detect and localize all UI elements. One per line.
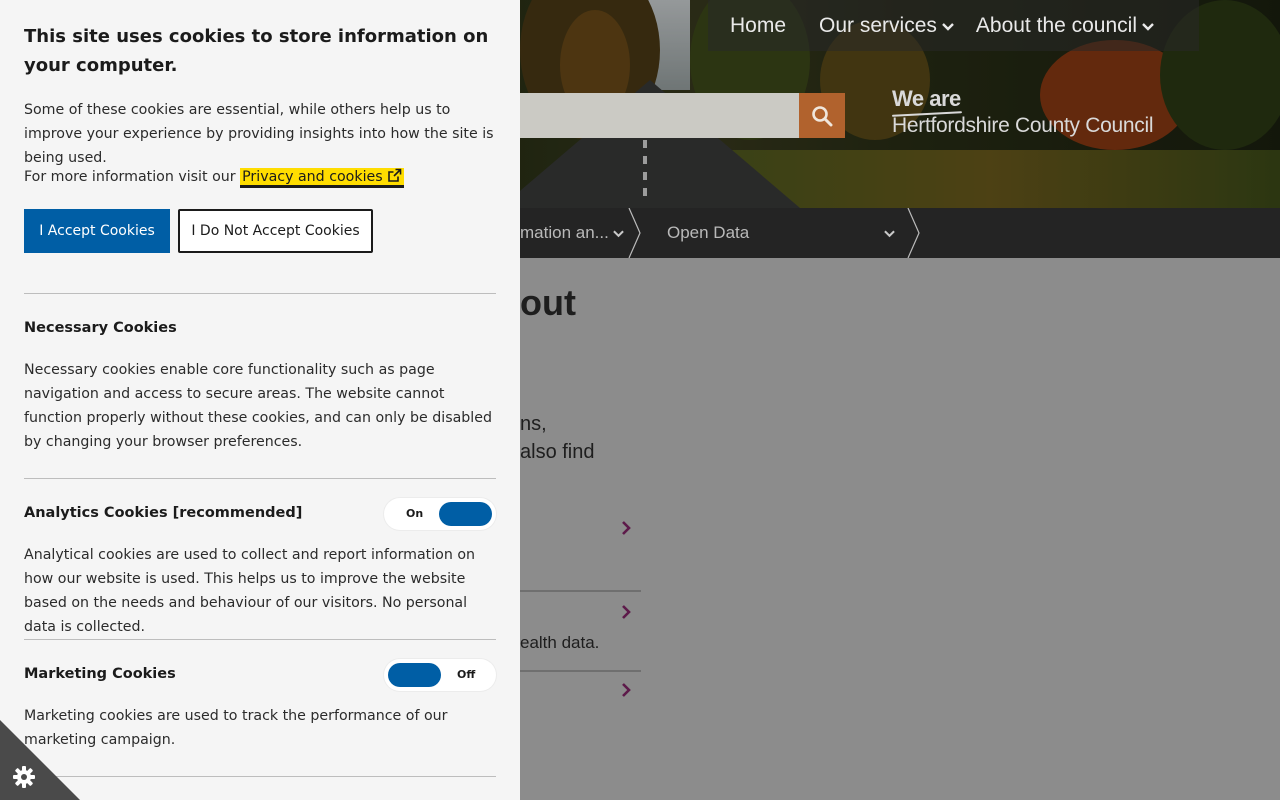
intro-line: also find bbox=[520, 441, 595, 463]
external-link-icon bbox=[387, 167, 402, 191]
chevron-right-icon bbox=[621, 601, 631, 625]
necessary-cookies-title: Necessary Cookies bbox=[24, 320, 177, 336]
search-button[interactable] bbox=[799, 93, 845, 138]
breadcrumb-item-info[interactable]: mation an... bbox=[520, 208, 630, 258]
logo-we-are: We are bbox=[892, 86, 961, 111]
search-input[interactable] bbox=[520, 93, 799, 138]
divider bbox=[24, 776, 496, 777]
intro-text: ns, also find bbox=[520, 410, 595, 466]
toggle-state-label: On bbox=[406, 507, 424, 520]
breadcrumb-separator bbox=[628, 208, 641, 258]
list-item[interactable] bbox=[520, 515, 641, 595]
analytics-cookies-toggle[interactable]: On bbox=[384, 498, 496, 530]
search-icon bbox=[812, 105, 833, 126]
nav-about-label: About the council bbox=[975, 13, 1137, 37]
chevron-down-icon bbox=[942, 19, 954, 34]
more-info-prefix: For more information visit our bbox=[24, 169, 236, 185]
gear-icon[interactable] bbox=[12, 765, 36, 793]
divider bbox=[24, 293, 496, 294]
cookie-panel-intro: Some of these cookies are essential, whi… bbox=[24, 102, 494, 166]
reject-cookies-button[interactable]: I Do Not Accept Cookies bbox=[178, 209, 373, 253]
accept-cookies-button[interactable]: I Accept Cookies bbox=[24, 209, 170, 253]
analytics-cookies-text: Analytical cookies are used to collect a… bbox=[24, 547, 476, 635]
council-logo[interactable]: We are Hertfordshire County Council bbox=[891, 86, 1154, 138]
analytics-cookies-title: Analytics Cookies [recommended] bbox=[24, 505, 303, 521]
intro-line: ns, bbox=[520, 413, 547, 435]
breadcrumb-item-open-data[interactable]: Open Data bbox=[667, 208, 897, 258]
marketing-cookies-toggle[interactable]: Off bbox=[384, 659, 496, 691]
toggle-state-label: Off bbox=[457, 668, 476, 681]
marketing-cookies-text: Marketing cookies are used to track the … bbox=[24, 708, 448, 748]
chevron-right-icon bbox=[621, 679, 631, 703]
nav-home[interactable]: Home bbox=[708, 14, 808, 38]
page-title: out bbox=[520, 282, 576, 323]
list-item-description: ealth data. bbox=[520, 633, 600, 652]
main-navigation: Home Our services About the council bbox=[708, 0, 1199, 51]
privacy-link-label: Privacy and cookies bbox=[242, 169, 383, 185]
nav-about-council[interactable]: About the council bbox=[965, 14, 1165, 38]
breadcrumb-open-data-label: Open Data bbox=[667, 223, 750, 242]
cookie-consent-panel: This site uses cookies to store informat… bbox=[0, 0, 520, 800]
more-info-text: For more information visit our Privacy a… bbox=[24, 165, 404, 191]
cookie-panel-title: This site uses cookies to store informat… bbox=[24, 26, 489, 76]
breadcrumb-item-label: mation an... bbox=[520, 223, 609, 242]
chevron-down-icon bbox=[1142, 19, 1154, 34]
list-item[interactable] bbox=[520, 675, 641, 715]
toggle-knob bbox=[388, 663, 441, 687]
breadcrumb-separator bbox=[907, 208, 920, 258]
nav-services-label: Our services bbox=[819, 13, 937, 37]
privacy-cookies-link[interactable]: Privacy and cookies bbox=[240, 168, 404, 188]
nav-home-label: Home bbox=[730, 13, 787, 37]
logo-council-name: Hertfordshire County Council bbox=[892, 114, 1154, 137]
divider bbox=[24, 639, 496, 640]
toggle-knob bbox=[439, 502, 492, 526]
chevron-right-icon bbox=[621, 517, 631, 541]
chevron-down-icon bbox=[884, 223, 895, 243]
marketing-cookies-title: Marketing Cookies bbox=[24, 666, 176, 682]
chevron-down-icon bbox=[613, 223, 624, 243]
divider bbox=[24, 478, 496, 479]
necessary-cookies-text: Necessary cookies enable core functional… bbox=[24, 362, 492, 450]
nav-our-services[interactable]: Our services bbox=[808, 14, 965, 38]
